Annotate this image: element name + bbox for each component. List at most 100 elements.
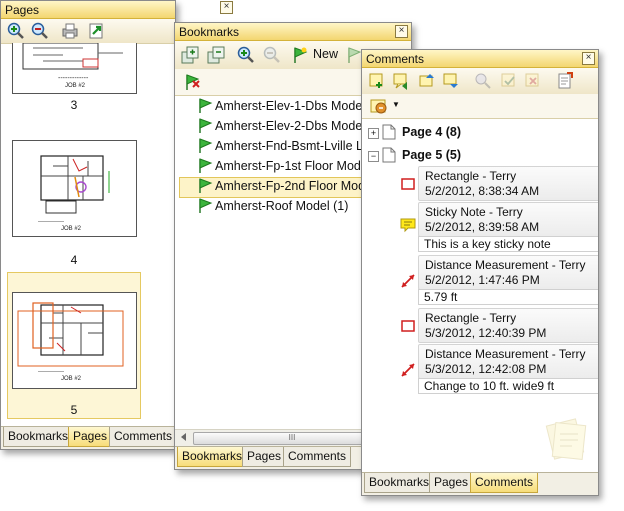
comment-note-field[interactable]: 5.79 ft▼ <box>418 289 598 305</box>
pages-window-close-button[interactable]: × <box>220 1 233 14</box>
comment-note-field[interactable]: Change to 10 ft. wide9 ft▼ <box>418 378 598 394</box>
page-number-4: 4 <box>70 253 78 267</box>
bookmark-item[interactable]: Amherst-Fp-1st Floor Mode <box>199 156 368 176</box>
zoom-out-icon[interactable] <box>31 22 49 40</box>
bookmark-label: Amherst-Roof Model (1) <box>215 199 349 213</box>
previous-comment-icon[interactable] <box>418 72 436 90</box>
bookmark-flag-icon <box>199 178 213 193</box>
page-icon <box>382 147 396 163</box>
svg-text:-------------: ------------- <box>38 369 64 375</box>
tab-pages[interactable]: Pages <box>242 447 287 467</box>
bookmark-label: Amherst-Elev-1-Dbs Model <box>215 99 366 113</box>
comment-card[interactable]: Distance Measurement - Terry 5/2/2012, 1… <box>418 255 598 290</box>
reply-comment-icon[interactable] <box>392 72 410 90</box>
comment-note-text: Change to 10 ft. wide9 ft <box>424 379 555 393</box>
pages-panel: Pages × -------------JOB #2 3 ----------… <box>0 0 176 450</box>
comment-date: 5/3/2012, 12:40:39 PM <box>425 326 547 340</box>
expand-all-icon[interactable] <box>181 46 199 64</box>
comment-card[interactable]: Rectangle - Terry 5/2/2012, 8:38:34 AM <box>418 166 598 201</box>
comment-card[interactable]: Distance Measurement - Terry 5/3/2012, 1… <box>418 344 598 379</box>
comment-title: Distance Measurement - Terry <box>425 347 586 361</box>
bookmarks-close-button[interactable]: × <box>395 25 408 38</box>
comment-card[interactable]: Rectangle - Terry 5/3/2012, 12:40:39 PM <box>418 308 598 343</box>
bookmarks-title: Bookmarks <box>179 25 240 39</box>
delete-bookmark-icon[interactable] <box>183 73 201 91</box>
comment-title: Rectangle - Terry <box>425 311 517 325</box>
bookmark-item-selected[interactable]: Amherst-Fp-2nd Floor Mod <box>199 176 366 196</box>
svg-text:JOB #2: JOB #2 <box>61 226 82 232</box>
comment-title: Rectangle - Terry <box>425 169 517 183</box>
comments-tree: + Page 4 (8) − Page 5 (5) Rectangle - Te… <box>362 120 598 470</box>
comment-date: 5/2/2012, 8:39:58 AM <box>425 220 540 234</box>
page-4-group-label[interactable]: Page 4 (8) <box>402 125 461 139</box>
tab-bookmarks[interactable]: Bookmarks <box>3 427 74 447</box>
comment-filter-icon[interactable] <box>370 97 388 115</box>
bookmark-item[interactable]: Amherst-Fnd-Bsmt-Lville La <box>199 136 370 156</box>
delete-comment-icon[interactable] <box>524 72 542 90</box>
next-comment-icon[interactable] <box>442 72 460 90</box>
comment-filter-dropdown-arrow[interactable]: ▼ <box>392 100 400 109</box>
expand-page-4-toggle[interactable]: + <box>368 128 379 139</box>
page-icon <box>382 124 396 140</box>
rectangle-annotation-icon <box>401 178 415 190</box>
comment-note-field[interactable]: This is a key sticky note▼ <box>418 236 598 252</box>
add-comment-icon[interactable] <box>368 72 386 90</box>
page-number-5: 5 <box>70 403 78 417</box>
comment-note-text: This is a key sticky note <box>424 237 551 251</box>
comments-titlebar[interactable]: Comments <box>362 50 598 68</box>
bookmark-label: Amherst-Fp-2nd Floor Mod <box>215 179 366 193</box>
print-icon[interactable] <box>61 22 79 40</box>
distance-measurement-icon <box>401 363 415 377</box>
comments-watermark-icon <box>545 418 587 461</box>
approve-comment-icon[interactable] <box>500 72 518 90</box>
comments-toolbar <box>362 68 598 95</box>
tab-pages[interactable]: Pages <box>429 473 474 493</box>
tab-comments[interactable]: Comments <box>109 427 175 447</box>
pages-titlebar[interactable]: Pages <box>1 1 175 19</box>
bookmark-item[interactable]: Amherst-Elev-1-Dbs Model <box>199 96 366 116</box>
scroll-grip: III <box>288 433 296 442</box>
bookmark-item[interactable]: Amherst-Roof Model (1) <box>199 196 349 216</box>
tab-pages[interactable]: Pages <box>68 427 113 447</box>
bookmark-flag-icon <box>199 98 213 113</box>
page-5-group-label[interactable]: Page 5 (5) <box>402 148 461 162</box>
zoom-out-icon[interactable] <box>263 46 281 64</box>
svg-text:JOB #2: JOB #2 <box>65 83 86 89</box>
comment-card[interactable]: Sticky Note - Terry 5/2/2012, 8:39:58 AM <box>418 202 598 237</box>
collapse-page-5-toggle[interactable]: − <box>368 151 379 162</box>
bookmark-item[interactable]: Amherst-Elev-2-Dbs Model <box>199 116 366 136</box>
comments-tabbar: Bookmarks Pages Comments <box>362 472 598 495</box>
pages-toolbar <box>1 19 175 44</box>
comments-title: Comments <box>366 52 425 66</box>
page-number-3: 3 <box>70 98 78 112</box>
comments-close-button[interactable]: × <box>582 52 595 65</box>
new-bookmark-icon[interactable] <box>291 46 309 64</box>
comment-title: Sticky Note - Terry <box>425 205 523 219</box>
bookmark-label: Amherst-Elev-2-Dbs Model <box>215 119 366 133</box>
summarize-comments-icon[interactable] <box>556 72 574 90</box>
extract-page-icon[interactable] <box>87 22 105 40</box>
bookmark-flag-icon <box>199 118 213 133</box>
scroll-left-arrow[interactable] <box>181 433 186 441</box>
comment-date: 5/2/2012, 8:38:34 AM <box>425 184 540 198</box>
svg-text:-------------: ------------- <box>38 219 64 225</box>
zoom-in-icon[interactable] <box>237 46 255 64</box>
tab-bookmarks[interactable]: Bookmarks <box>364 473 435 493</box>
page-thumbnail-4[interactable]: ------------- JOB #2 <box>12 140 137 237</box>
bookmark-label: Amherst-Fnd-Bsmt-Lville La <box>215 139 370 153</box>
tab-comments[interactable]: Comments <box>470 473 539 493</box>
comment-date: 5/2/2012, 1:47:46 PM <box>425 273 540 287</box>
tab-comments[interactable]: Comments <box>283 447 352 467</box>
search-comments-icon[interactable] <box>474 72 492 90</box>
page-thumbnail-5[interactable]: ------------- JOB #2 <box>12 292 137 389</box>
comments-toolbar-row2: ▼ <box>362 94 598 119</box>
collapse-all-icon[interactable] <box>207 46 225 64</box>
comment-date: 5/3/2012, 12:42:08 PM <box>425 362 547 376</box>
bookmarks-titlebar[interactable]: Bookmarks <box>175 23 411 41</box>
new-bookmark-label[interactable]: New <box>313 47 338 61</box>
bookmark-label: Amherst-Fp-1st Floor Mode <box>215 159 368 173</box>
zoom-in-icon[interactable] <box>7 22 25 40</box>
page-thumbnail-3[interactable]: ------------- JOB #2 <box>12 42 137 94</box>
distance-measurement-icon <box>401 274 415 288</box>
tab-bookmarks[interactable]: Bookmarks <box>177 447 248 467</box>
